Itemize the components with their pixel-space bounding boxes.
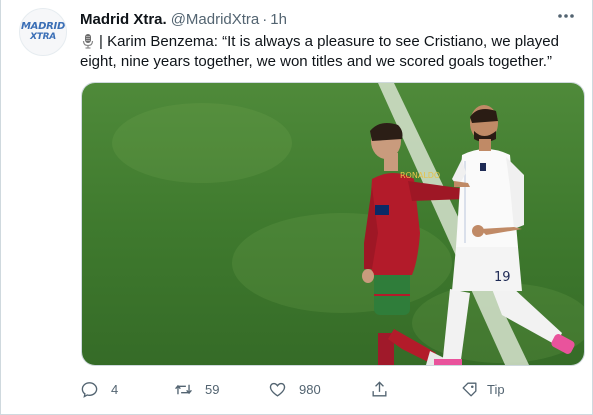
tweet-body-text: | Karim Benzema: “It is always a pleasur…: [80, 33, 559, 70]
more-options-icon[interactable]: [554, 6, 578, 26]
like-button[interactable]: 980: [268, 376, 321, 402]
tweet-text: | Karim Benzema: “It is always a pleasur…: [80, 32, 580, 72]
retweet-count: 59: [205, 381, 220, 397]
svg-text:RONALDO: RONALDO: [400, 171, 440, 180]
retweet-icon: [175, 384, 192, 394]
avatar-logo-line2: XTRA: [30, 32, 56, 42]
microphone-icon: [82, 34, 94, 49]
tweet-card[interactable]: MADRID XTRA Madrid Xtra. @MadridXtra · 1…: [0, 0, 593, 415]
tip-label: Tip: [487, 381, 505, 397]
avatar-logo-line1: MADRID: [21, 21, 65, 32]
author-name[interactable]: Madrid Xtra.: [80, 11, 167, 28]
tweet-photo[interactable]: RONALDO 19: [81, 82, 585, 366]
tweet-header: Madrid Xtra. @MadridXtra · 1h: [80, 10, 287, 28]
like-count: 980: [299, 381, 321, 397]
share-icon: [372, 380, 387, 397]
share-button[interactable]: [370, 376, 389, 402]
tweet-actions: 4 59 980 Tip: [80, 376, 540, 402]
tip-button[interactable]: Tip: [460, 376, 505, 402]
avatar[interactable]: MADRID XTRA: [19, 8, 67, 56]
football-players-photo: RONALDO 19: [82, 83, 584, 365]
svg-text:19: 19: [494, 270, 511, 285]
tweet-timestamp[interactable]: 1h: [270, 11, 287, 28]
author-handle[interactable]: @MadridXtra: [171, 11, 260, 28]
tip-icon: [462, 381, 477, 397]
retweet-button[interactable]: 59: [174, 376, 219, 402]
separator-dot: ·: [262, 10, 268, 28]
reply-count: 4: [111, 381, 119, 397]
heart-icon: [269, 382, 286, 397]
reply-icon: [81, 381, 98, 398]
reply-button[interactable]: 4: [80, 376, 118, 402]
